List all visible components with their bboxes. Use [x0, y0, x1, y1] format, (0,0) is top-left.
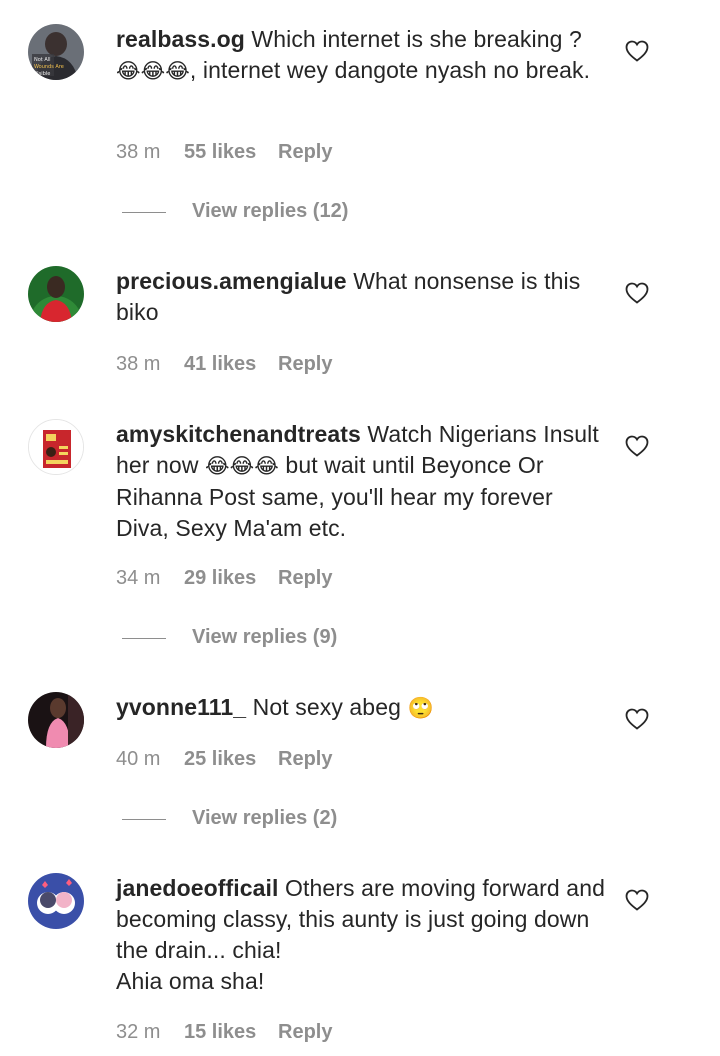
comment-body: , internet wey dangote nyash no break. — [189, 57, 591, 83]
view-replies-label[interactable]: View replies (2) — [192, 807, 337, 830]
comment-text: precious.amengialue What nonsense is thi… — [116, 266, 606, 328]
avatar-photo — [28, 692, 84, 748]
comment-meta: 38 m 55 likes Reply — [116, 141, 332, 164]
comment-meta: 40 m 25 likes Reply — [116, 748, 332, 771]
comment-text: yvonne111_ Not sexy abeg 🙄 — [116, 692, 606, 724]
comment-body: Not sexy abeg — [246, 694, 408, 720]
comment-text: janedoeofficail Others are moving forwar… — [116, 873, 606, 997]
comment-time: 32 m — [116, 1021, 161, 1043]
view-replies-label[interactable]: View replies (9) — [192, 626, 337, 649]
emoji-laughing: 😂😂😂 — [116, 59, 190, 83]
comment-body: Ahia oma sha! — [116, 968, 265, 994]
comment-time: 34 m — [116, 567, 161, 589]
reply-button[interactable]: Reply — [278, 141, 332, 163]
avatar[interactable]: Not All Wounds Are Visible — [28, 24, 84, 80]
comment-username[interactable]: yvonne111_ — [116, 694, 246, 720]
avatar[interactable] — [28, 873, 84, 929]
avatar-photo — [28, 873, 84, 929]
comment-meta: 32 m 15 likes Reply — [116, 1021, 332, 1044]
reply-button[interactable]: Reply — [278, 1021, 332, 1043]
avatar-photo — [29, 420, 83, 474]
comment-time: 38 m — [116, 141, 161, 163]
comment-username[interactable]: realbass.og — [116, 26, 245, 52]
reply-button[interactable]: Reply — [278, 353, 332, 375]
avatar[interactable] — [28, 692, 84, 748]
like-count[interactable]: 25 likes — [184, 748, 278, 771]
avatar[interactable] — [28, 419, 84, 475]
avatar-photo: Not All Wounds Are Visible — [28, 24, 84, 80]
comment-text: amyskitchenandtreats Watch Nigerians Ins… — [116, 419, 606, 544]
reply-button[interactable]: Reply — [278, 748, 332, 770]
avatar-overlay-text: Visible — [34, 71, 50, 77]
comment-username[interactable]: precious.amengialue — [116, 268, 347, 294]
like-count[interactable]: 41 likes — [184, 353, 278, 376]
heart-icon[interactable] — [625, 708, 649, 730]
avatar-overlay-text: Not All — [34, 57, 51, 63]
divider-line — [122, 638, 166, 639]
heart-icon[interactable] — [625, 40, 649, 62]
divider-line — [122, 819, 166, 820]
comment-meta: 38 m 41 likes Reply — [116, 353, 332, 376]
avatar[interactable] — [28, 266, 84, 322]
emoji-eye-roll: 🙄 — [407, 696, 434, 720]
comment-time: 38 m — [116, 353, 161, 375]
heart-icon[interactable] — [625, 889, 649, 911]
reply-button[interactable]: Reply — [278, 567, 332, 589]
comment-meta: 34 m 29 likes Reply — [116, 567, 332, 590]
comment-username[interactable]: janedoeofficail — [116, 875, 279, 901]
avatar-overlay-text: Wounds Are — [34, 64, 64, 70]
comment-time: 40 m — [116, 748, 161, 770]
like-count[interactable]: 29 likes — [184, 567, 278, 590]
view-replies-label[interactable]: View replies (12) — [192, 200, 348, 223]
heart-icon[interactable] — [625, 435, 649, 457]
emoji-laughing: 😂😂😂 — [205, 454, 279, 478]
comment-text: realbass.og Which internet is she breaki… — [116, 24, 606, 87]
comment-body: Which internet is she breaking ? — [244, 26, 582, 52]
heart-icon[interactable] — [625, 282, 649, 304]
avatar-photo — [28, 266, 84, 322]
like-count[interactable]: 15 likes — [184, 1021, 278, 1044]
like-count[interactable]: 55 likes — [184, 141, 278, 164]
divider-line — [122, 212, 166, 213]
comment-username[interactable]: amyskitchenandtreats — [116, 421, 361, 447]
